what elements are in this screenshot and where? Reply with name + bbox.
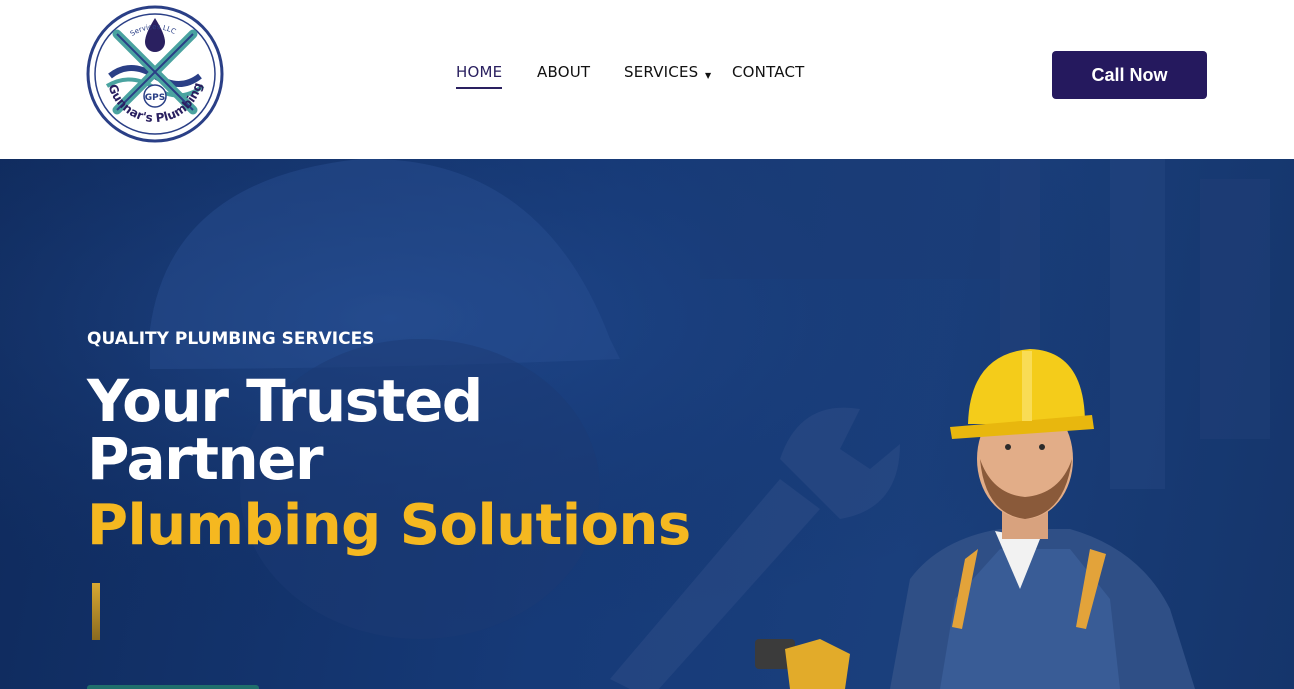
hero-eyebrow: QUALITY PLUMBING SERVICES: [87, 329, 375, 349]
typing-cursor: [92, 583, 100, 640]
hero-title-accent: Plumbing Solutions: [87, 493, 691, 558]
nav-contact[interactable]: CONTACT: [732, 63, 805, 81]
logo-badge-text: GPS: [145, 93, 165, 103]
plumber-image: [755, 349, 1195, 689]
nav-about[interactable]: ABOUT: [537, 63, 590, 81]
nav-services[interactable]: SERVICES: [624, 63, 698, 81]
logo-graphic: GPS Gunnar's Plumbing Services LLC: [86, 5, 224, 143]
hero-button-edge[interactable]: [87, 685, 259, 689]
site-header: GPS Gunnar's Plumbing Services LLC HOME …: [0, 0, 1294, 159]
caret-down-icon[interactable]: ▼: [705, 71, 711, 80]
call-now-button[interactable]: Call Now: [1052, 51, 1207, 99]
hero-title-line-2: Partner: [87, 425, 324, 493]
hero-title-line-1: Your Trusted: [87, 367, 483, 435]
nav-home[interactable]: HOME: [456, 63, 503, 89]
hero-section: QUALITY PLUMBING SERVICES Your Trusted P…: [0, 159, 1294, 689]
site-logo[interactable]: GPS Gunnar's Plumbing Services LLC: [85, 4, 225, 144]
